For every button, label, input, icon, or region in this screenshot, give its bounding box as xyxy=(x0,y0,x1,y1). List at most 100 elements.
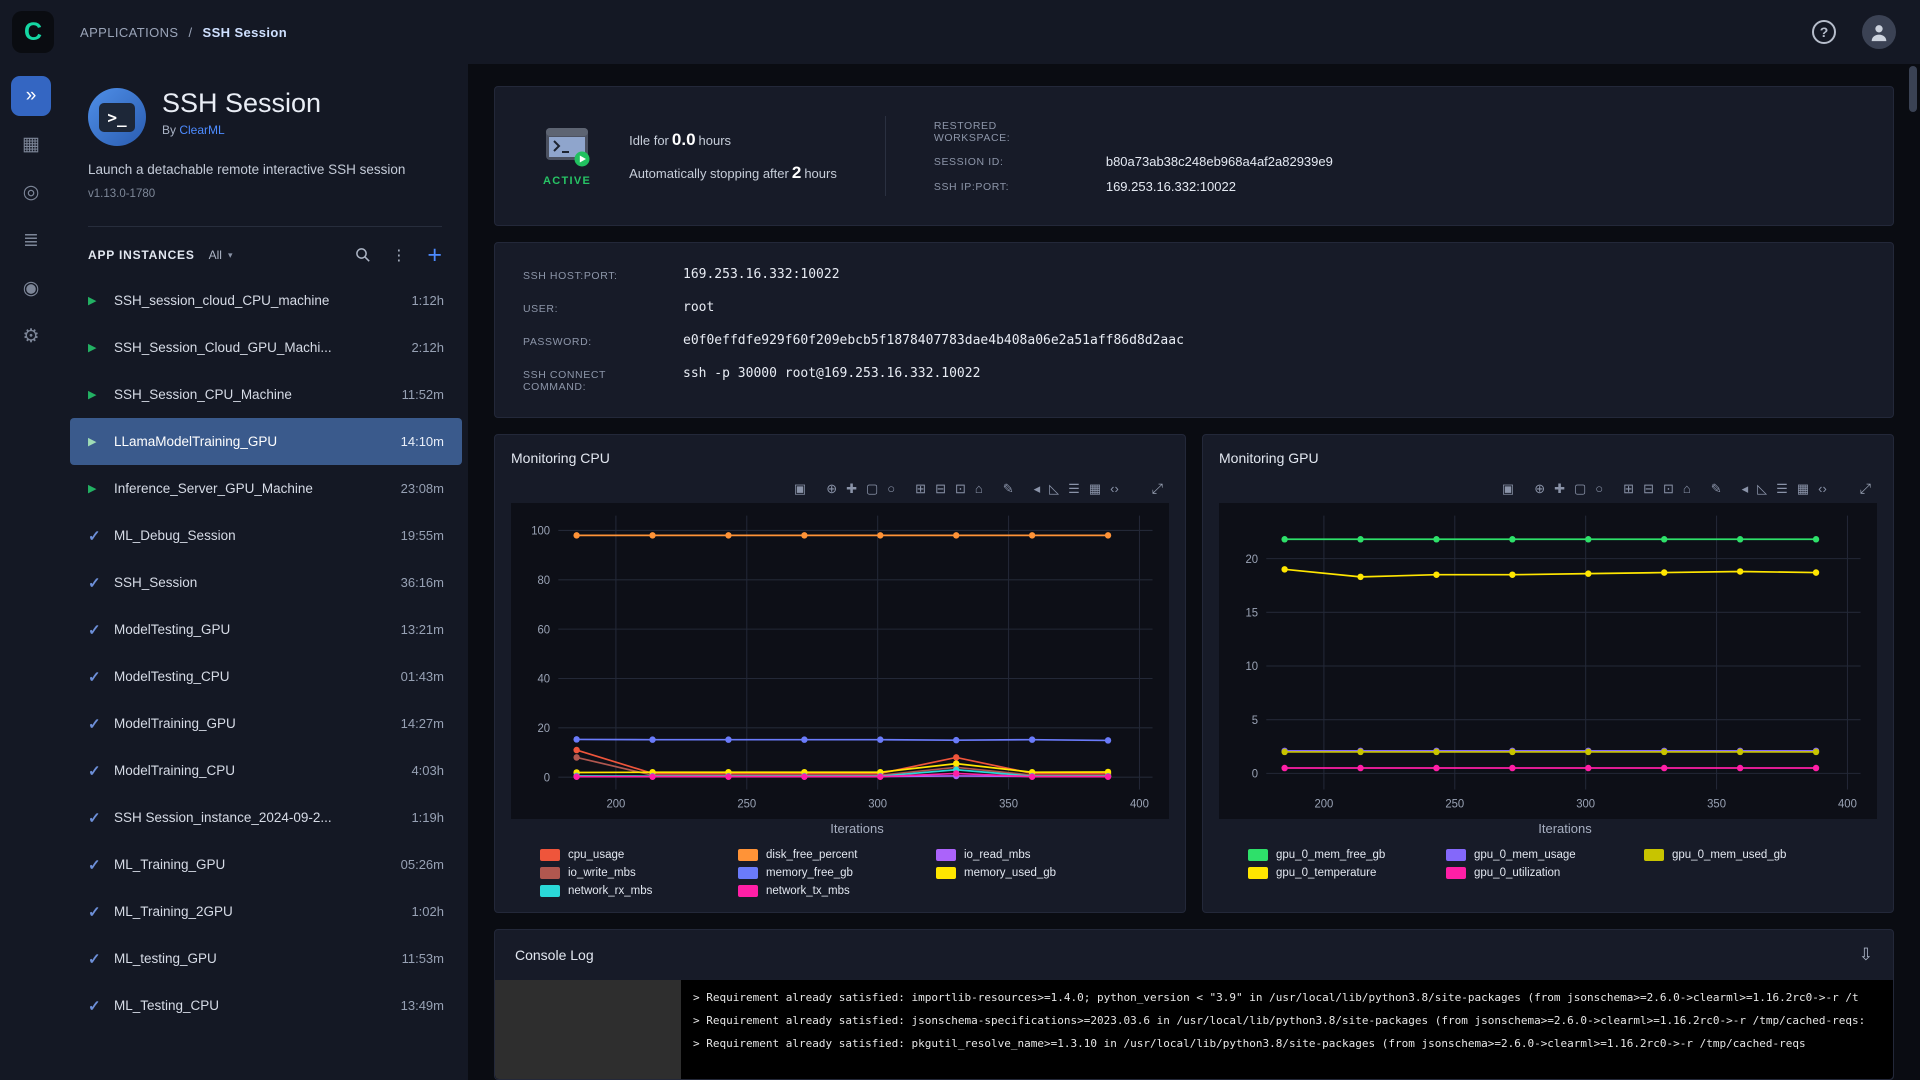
nav-reports[interactable]: ◎ xyxy=(11,172,51,212)
page-scrollbar[interactable] xyxy=(1909,66,1917,1080)
instance-row[interactable]: ✓ModelTesting_CPU01:43m xyxy=(70,653,462,700)
add-instance-button[interactable]: + xyxy=(427,245,442,265)
legend-item[interactable]: memory_used_gb xyxy=(936,867,1134,879)
applications-icon: » xyxy=(26,85,37,107)
camera-icon[interactable]: ▣ xyxy=(794,481,806,497)
instances-filter-dropdown[interactable]: All ▾ xyxy=(209,248,233,262)
instance-row[interactable]: ✓ML_Training_GPU05:26m xyxy=(70,841,462,888)
instance-row[interactable]: ✓ModelTraining_CPU4:03h xyxy=(70,747,462,794)
ssh-row-label: PASSWORD: xyxy=(523,333,635,348)
legend-item[interactable]: disk_free_percent xyxy=(738,849,936,861)
box-select-icon[interactable]: ▢ xyxy=(1574,481,1586,497)
grid-icon[interactable]: ▦ xyxy=(1089,481,1101,497)
autoscale-icon[interactable]: ⊡ xyxy=(1663,481,1674,497)
instance-row[interactable]: ✓ML_testing_GPU11:53m xyxy=(70,935,462,982)
charts-row: Monitoring CPU ▣⊕✚▢○⊞⊟⊡⌂✎◂◺☰▦‹›⤢ 2002503… xyxy=(494,434,1894,913)
reset-axes-icon[interactable]: ⌂ xyxy=(975,481,983,496)
zoom-in-icon[interactable]: ⊞ xyxy=(915,481,926,497)
legend-item[interactable]: gpu_0_utilization xyxy=(1446,867,1644,879)
camera-icon[interactable]: ▣ xyxy=(1502,481,1514,497)
instance-name: SSH_Session_Cloud_GPU_Machi... xyxy=(114,340,399,355)
app-version: v1.13.0-1780 xyxy=(62,177,468,200)
kebab-menu-icon[interactable]: ⋮ xyxy=(391,246,407,264)
legend-toggle-icon[interactable]: ☰ xyxy=(1776,481,1788,497)
clearml-logo[interactable]: C xyxy=(12,11,54,53)
legend-swatch xyxy=(1248,849,1268,861)
legend-item[interactable]: cpu_usage xyxy=(540,849,738,861)
legend-item[interactable]: memory_free_gb xyxy=(738,867,936,879)
draw-icon[interactable]: ✎ xyxy=(1003,481,1014,497)
legend-item[interactable]: gpu_0_mem_free_gb xyxy=(1248,849,1446,861)
nav-pipelines[interactable]: ◉ xyxy=(11,268,51,308)
instance-time: 36:16m xyxy=(401,575,444,590)
legend-toggle-icon[interactable]: ☰ xyxy=(1068,481,1080,497)
search-icon[interactable] xyxy=(355,247,371,263)
chart-plot-cpu[interactable]: 200250300350400020406080100 xyxy=(511,503,1169,819)
legend-item[interactable]: gpu_0_temperature xyxy=(1248,867,1446,879)
breadcrumb-current: SSH Session xyxy=(203,25,288,40)
chart-plot-gpu[interactable]: 20025030035040005101520 xyxy=(1219,503,1877,819)
help-icon[interactable]: ? xyxy=(1812,20,1836,44)
instance-name: SSH_Session xyxy=(114,575,389,590)
embed-code-icon[interactable]: ‹› xyxy=(1110,481,1119,496)
legend-item[interactable]: network_tx_mbs xyxy=(738,885,936,897)
pan-icon[interactable]: ✚ xyxy=(1554,481,1565,497)
zoom-in-icon[interactable]: ⊞ xyxy=(1623,481,1634,497)
svg-text:0: 0 xyxy=(544,772,550,784)
instance-row[interactable]: ✓ML_Training_2GPU1:02h xyxy=(70,888,462,935)
clearml-link[interactable]: ClearML xyxy=(179,123,224,137)
instance-row[interactable]: ▶SSH_Session_CPU_Machine11:52m xyxy=(70,371,462,418)
hover-closest-icon[interactable]: ◂ xyxy=(1742,481,1749,497)
zoom-icon[interactable]: ⊕ xyxy=(1534,481,1545,497)
completed-icon: ✓ xyxy=(88,903,114,921)
autoscale-icon[interactable]: ⊡ xyxy=(955,481,966,497)
instance-row[interactable]: ▶SSH_session_cloud_CPU_machine1:12h xyxy=(70,277,462,324)
legend-item[interactable]: gpu_0_mem_used_gb xyxy=(1644,849,1842,861)
instance-row[interactable]: ✓SSH_Session36:16m xyxy=(70,559,462,606)
instance-time: 05:26m xyxy=(401,857,444,872)
pan-icon[interactable]: ✚ xyxy=(846,481,857,497)
hover-closest-icon[interactable]: ◂ xyxy=(1034,481,1041,497)
nav-orchestration[interactable]: ⚙ xyxy=(11,316,51,356)
avatar[interactable] xyxy=(1862,15,1896,49)
nav-projects[interactable]: ▦ xyxy=(11,124,51,164)
instance-time: 01:43m xyxy=(401,669,444,684)
download-icon[interactable]: ⇩ xyxy=(1859,945,1873,965)
zoom-out-icon[interactable]: ⊟ xyxy=(935,481,946,497)
legend-item[interactable]: io_read_mbs xyxy=(936,849,1134,861)
instance-row[interactable]: ✓ModelTesting_GPU13:21m xyxy=(70,606,462,653)
lasso-select-icon[interactable]: ○ xyxy=(887,481,895,496)
scrollbar-thumb[interactable] xyxy=(1909,66,1917,112)
instance-time: 1:19h xyxy=(411,810,444,825)
zoom-icon[interactable]: ⊕ xyxy=(826,481,837,497)
grid-icon[interactable]: ▦ xyxy=(1797,481,1809,497)
instance-row[interactable]: ✓ModelTraining_GPU14:27m xyxy=(70,700,462,747)
nav-applications[interactable]: » xyxy=(11,76,51,116)
running-icon: ▶ xyxy=(88,388,114,401)
instance-name: SSH_Session_CPU_Machine xyxy=(114,387,390,402)
maximize-icon[interactable]: ⤢ xyxy=(1152,480,1163,497)
reset-axes-icon[interactable]: ⌂ xyxy=(1683,481,1691,496)
instance-row[interactable]: ✓SSH Session_instance_2024-09-2...1:19h xyxy=(70,794,462,841)
console-log[interactable]: > Requirement already satisfied: importl… xyxy=(681,980,1893,1079)
autostop-hours-value: 2 xyxy=(792,163,801,182)
maximize-icon[interactable]: ⤢ xyxy=(1860,480,1871,497)
instance-row[interactable]: ✓ML_Testing_CPU13:49m xyxy=(70,982,462,1029)
instance-row[interactable]: ▶LLamaModelTraining_GPU14:10m xyxy=(70,418,462,465)
nav-datasets[interactable]: ≣ xyxy=(11,220,51,260)
instance-row[interactable]: ▶Inference_Server_GPU_Machine23:08m xyxy=(70,465,462,512)
breadcrumb-applications[interactable]: APPLICATIONS xyxy=(80,25,178,40)
log-scale-icon[interactable]: ◺ xyxy=(1049,481,1059,497)
instance-row[interactable]: ▶SSH_Session_Cloud_GPU_Machi...2:12h xyxy=(70,324,462,371)
instance-row[interactable]: ✓ML_Debug_Session19:55m xyxy=(70,512,462,559)
box-select-icon[interactable]: ▢ xyxy=(866,481,878,497)
legend-item[interactable]: network_rx_mbs xyxy=(540,885,738,897)
lasso-select-icon[interactable]: ○ xyxy=(1595,481,1603,496)
legend-item[interactable]: gpu_0_mem_usage xyxy=(1446,849,1644,861)
legend-item[interactable]: io_write_mbs xyxy=(540,867,738,879)
log-line: > Requirement already satisfied: importl… xyxy=(693,986,1881,1009)
embed-code-icon[interactable]: ‹› xyxy=(1818,481,1827,496)
log-scale-icon[interactable]: ◺ xyxy=(1757,481,1767,497)
draw-icon[interactable]: ✎ xyxy=(1711,481,1722,497)
zoom-out-icon[interactable]: ⊟ xyxy=(1643,481,1654,497)
